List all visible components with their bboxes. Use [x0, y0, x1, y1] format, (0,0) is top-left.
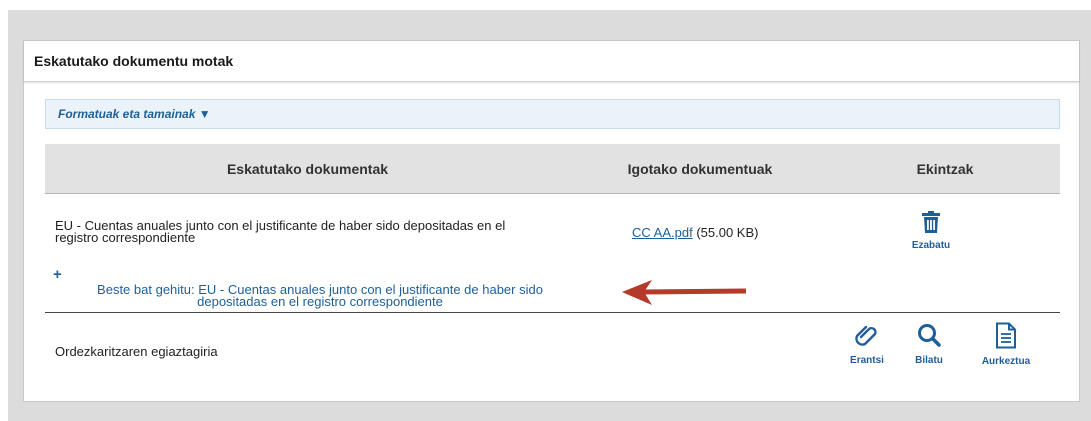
paperclip-icon	[855, 325, 877, 346]
row-divider	[45, 312, 1060, 313]
header-requested-docs: Eskatutako dokumentak	[226, 161, 389, 177]
add-another-line2: depositadas en el registro correspondien…	[197, 294, 443, 309]
formats-toggle[interactable]: Formatuak eta tamainak ▼	[45, 99, 1060, 129]
documents-panel: Eskatutako dokumentu motak Formatuak eta…	[23, 40, 1080, 402]
row2-doc-name: Ordezkaritzaren egiaztagiria	[55, 344, 218, 359]
table-header: Eskatutako dokumentak Igotako dokumentua…	[45, 144, 1060, 194]
search-button[interactable]: Bilatu	[905, 322, 953, 366]
header-uploaded-docs: Igotako dokumentuak	[627, 161, 773, 177]
arrow-left-icon	[622, 280, 747, 305]
add-plus-icon[interactable]: +	[53, 267, 62, 282]
panel-header: Eskatutako dokumentu motak	[24, 41, 1079, 82]
add-another-link[interactable]: Beste bat gehitu: EU - Cuentas anuales j…	[60, 283, 580, 309]
row1-doc-name: EU - Cuentas anuales junto con el justif…	[55, 219, 505, 245]
uploaded-file-link[interactable]: CC AA.pdf	[632, 225, 693, 240]
delete-button[interactable]: Ezabatu	[906, 211, 956, 251]
uploaded-file-size: (55.00 KB)	[692, 225, 759, 240]
submit-label: Aurkeztua	[981, 356, 1031, 367]
document-icon	[996, 322, 1016, 349]
panel-title: Eskatutako dokumentu motak	[34, 53, 234, 69]
formats-label: Formatuak eta tamainak ▼	[58, 107, 211, 121]
trash-icon	[922, 211, 940, 233]
header-actions: Ekintzak	[916, 161, 974, 177]
attach-button[interactable]: Erantsi	[842, 322, 892, 366]
attach-label: Erantsi	[850, 355, 884, 366]
delete-label: Ezabatu	[911, 240, 951, 251]
row1-doc-line2: registro correspondiente	[55, 230, 196, 245]
search-label: Bilatu	[915, 355, 943, 366]
submit-button[interactable]: Aurkeztua	[970, 322, 1042, 367]
row1-file: CC AA.pdf (55.00 KB)	[632, 225, 759, 240]
search-icon	[918, 324, 941, 347]
